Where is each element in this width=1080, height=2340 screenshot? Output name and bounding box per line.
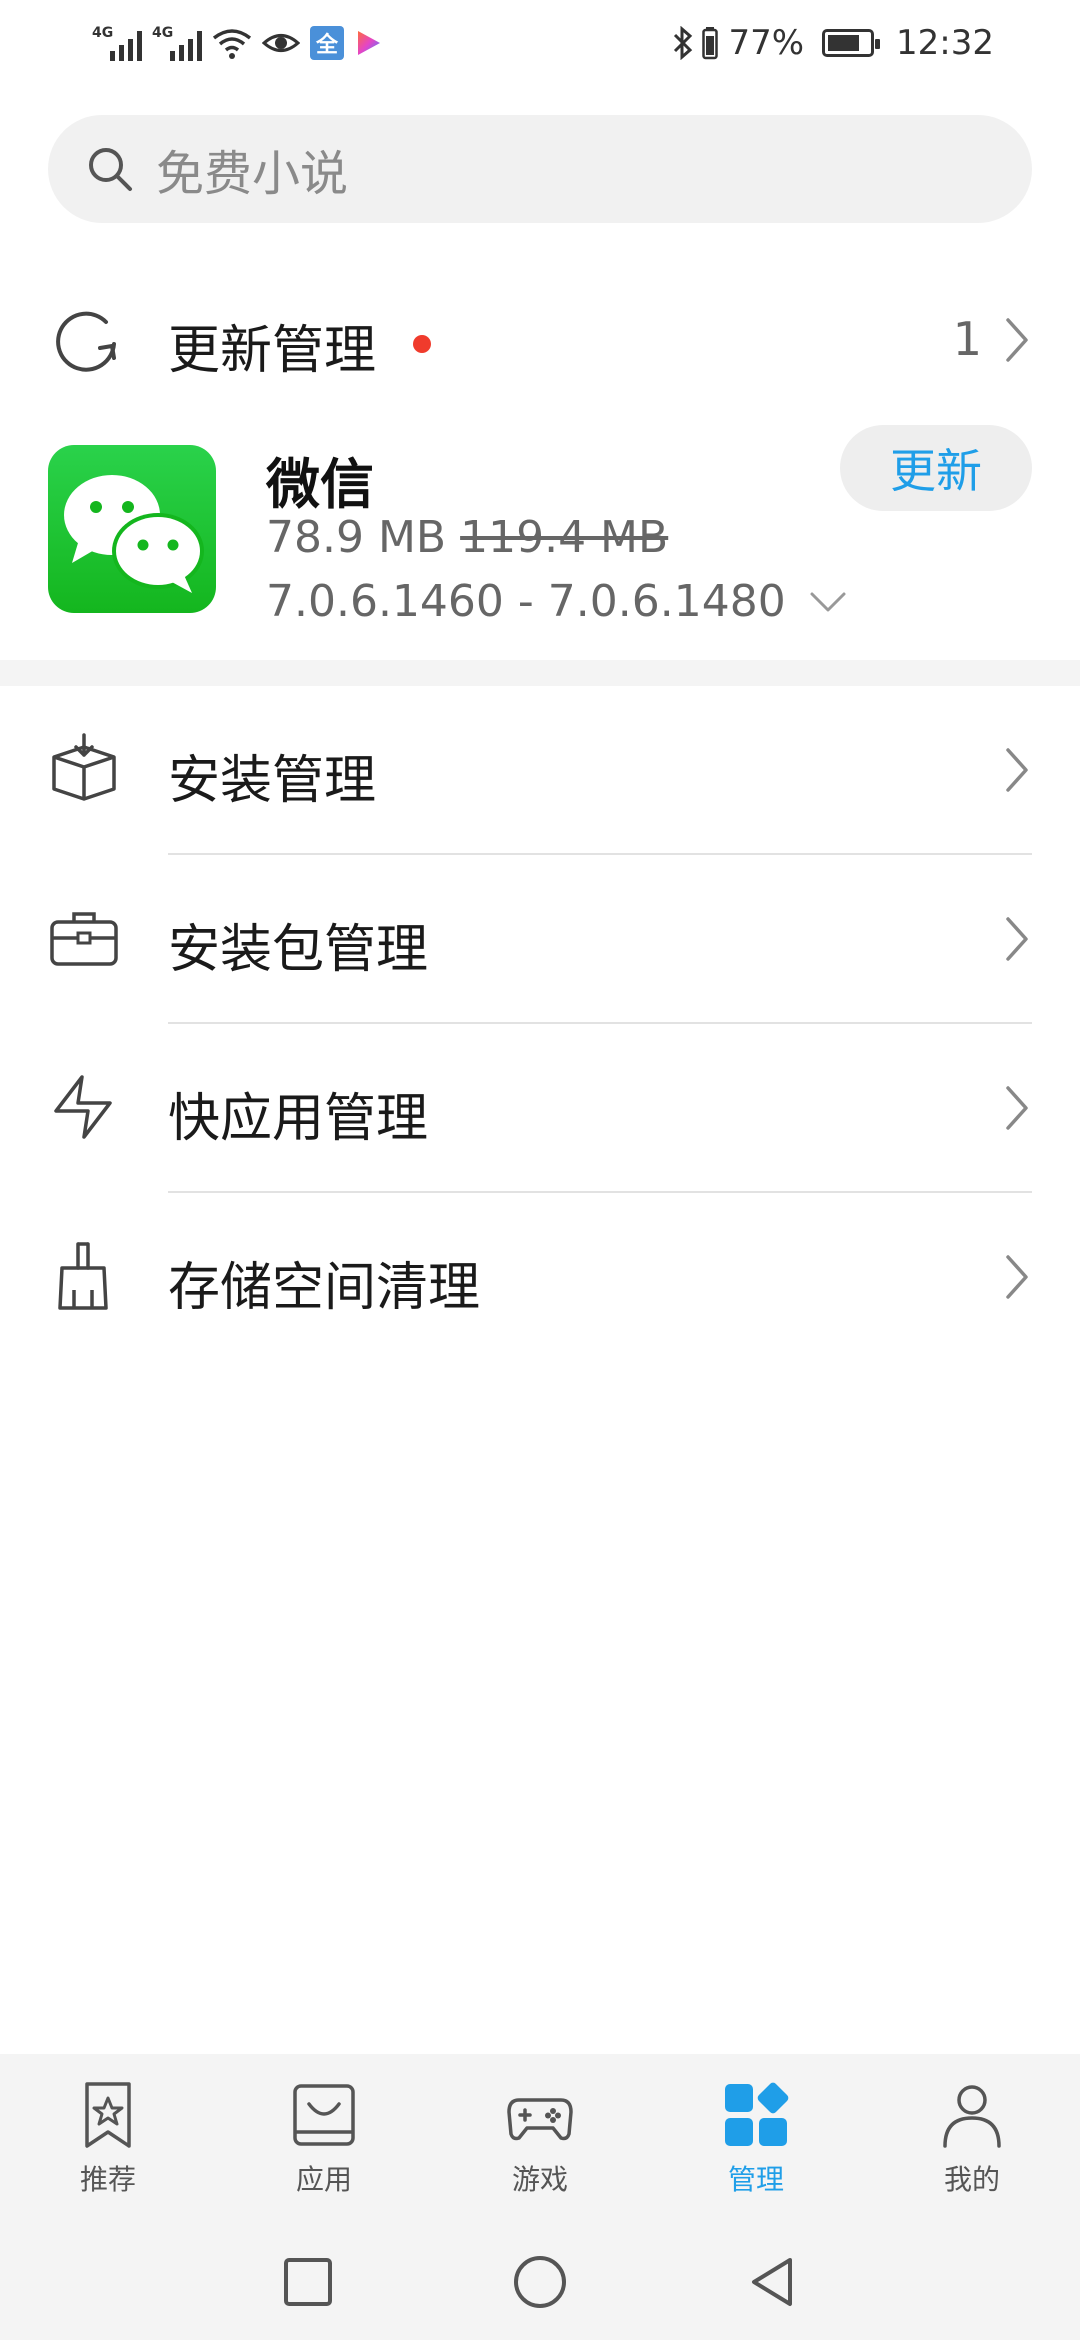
quanjia-app-icon: 全 [310, 26, 344, 60]
tab-recommend[interactable]: 推荐 [0, 2054, 216, 2224]
old-size: 119.4 MB [460, 512, 669, 563]
chevron-right-icon [1006, 917, 1028, 961]
signal-icon: 4G [152, 25, 202, 61]
network-type-label: 4G [152, 25, 174, 41]
chevron-down-icon [810, 592, 846, 611]
video-app-icon [358, 31, 380, 55]
battery-percent: 77% [728, 23, 805, 63]
menu-item-package-management[interactable]: 安装包管理 [0, 855, 1080, 1024]
tab-label: 应用 [295, 2163, 352, 2196]
update-management-row[interactable]: 更新管理 1 [0, 280, 1080, 400]
chevron-right-icon [1006, 1255, 1028, 1299]
tab-games[interactable]: 游戏 [432, 2054, 648, 2224]
install-box-icon [52, 733, 116, 801]
tab-label: 管理 [727, 2163, 784, 2196]
eye-icon [262, 34, 300, 52]
update-management-label: 更新管理 [168, 321, 377, 381]
tab-apps[interactable]: 应用 [216, 2054, 432, 2224]
wifi-icon [212, 29, 252, 59]
chevron-right-icon [1006, 748, 1028, 792]
menu-item-quick-app-management[interactable]: 快应用管理 [0, 1024, 1080, 1193]
battery-fill [828, 35, 859, 51]
version-range-toggle[interactable]: 7.0.6.1460 - 7.0.6.1480 [266, 576, 848, 627]
tab-label: 推荐 [79, 2163, 136, 2196]
clock: 12:32 [896, 23, 994, 63]
section-divider [0, 660, 1080, 686]
tab-me[interactable]: 我的 [864, 2054, 1080, 2224]
chevron-right-icon [1006, 1086, 1028, 1130]
update-button[interactable]: 更新 [840, 425, 1032, 511]
menu-item-install-management[interactable]: 安装管理 [0, 686, 1080, 855]
app-manager-screen: 4G 4G 全 77% 12:32 免费小说 更新管理 1 微信 78.9 MB… [0, 0, 1080, 2340]
new-size: 78.9 MB [266, 512, 447, 563]
recents-square-icon[interactable] [276, 2250, 340, 2314]
signal-icon: 4G [92, 25, 142, 61]
menu-item-label: 安装包管理 [168, 920, 429, 980]
tab-manage[interactable]: 管理 [648, 2054, 864, 2224]
wechat-app-icon [48, 445, 216, 613]
chevron-right-icon [1006, 318, 1028, 362]
menu-item-label: 快应用管理 [168, 1089, 429, 1149]
shopping-bag-icon [293, 2084, 355, 2146]
search-icon [89, 148, 132, 191]
app-name: 微信 [266, 453, 374, 516]
star-bookmark-icon [85, 2082, 131, 2148]
briefcase-icon [50, 912, 118, 966]
new-badge-dot [413, 335, 431, 353]
status-right: 77% 12:32 [672, 18, 994, 68]
status-bar: 4G 4G 全 77% 12:32 [0, 0, 1080, 86]
app-size: 78.9 MB 119.4 MB [266, 512, 668, 563]
system-navigation-bar [0, 2224, 1080, 2340]
menu-item-label: 存储空间清理 [168, 1258, 481, 1318]
search-placeholder: 免费小说 [156, 146, 349, 202]
management-menu: 安装管理 安装包管理 快应用管理 存储空间清理 [0, 686, 1080, 1362]
home-circle-icon[interactable] [508, 2250, 572, 2314]
battery-icon [702, 27, 719, 60]
tab-label: 游戏 [511, 2163, 568, 2196]
eco-battery-icon [822, 29, 881, 57]
bluetooth-icon [674, 26, 693, 60]
refresh-icon [56, 311, 116, 372]
pending-update-item[interactable]: 微信 78.9 MB 119.4 MB 7.0.6.1460 - 7.0.6.1… [0, 420, 1080, 660]
search-bar[interactable]: 免费小说 [48, 115, 1032, 223]
menu-item-label: 安装管理 [168, 751, 377, 811]
network-type-label: 4G [92, 25, 114, 41]
person-icon [943, 2085, 1001, 2148]
update-count: 1 [952, 312, 982, 366]
menu-item-storage-cleanup[interactable]: 存储空间清理 [0, 1193, 1080, 1362]
broom-icon [58, 1242, 108, 1310]
quick-app-bolt-icon [54, 1075, 112, 1139]
grid-manage-icon [725, 2082, 789, 2146]
version-range: 7.0.6.1460 - 7.0.6.1480 [266, 576, 786, 627]
back-triangle-icon[interactable] [740, 2250, 804, 2314]
gamepad-icon [507, 2098, 573, 2141]
bottom-tab-bar: 推荐 应用 游戏 管理 我的 [0, 2054, 1080, 2224]
status-left: 4G 4G 全 [92, 18, 382, 68]
tab-label: 我的 [943, 2163, 1000, 2196]
